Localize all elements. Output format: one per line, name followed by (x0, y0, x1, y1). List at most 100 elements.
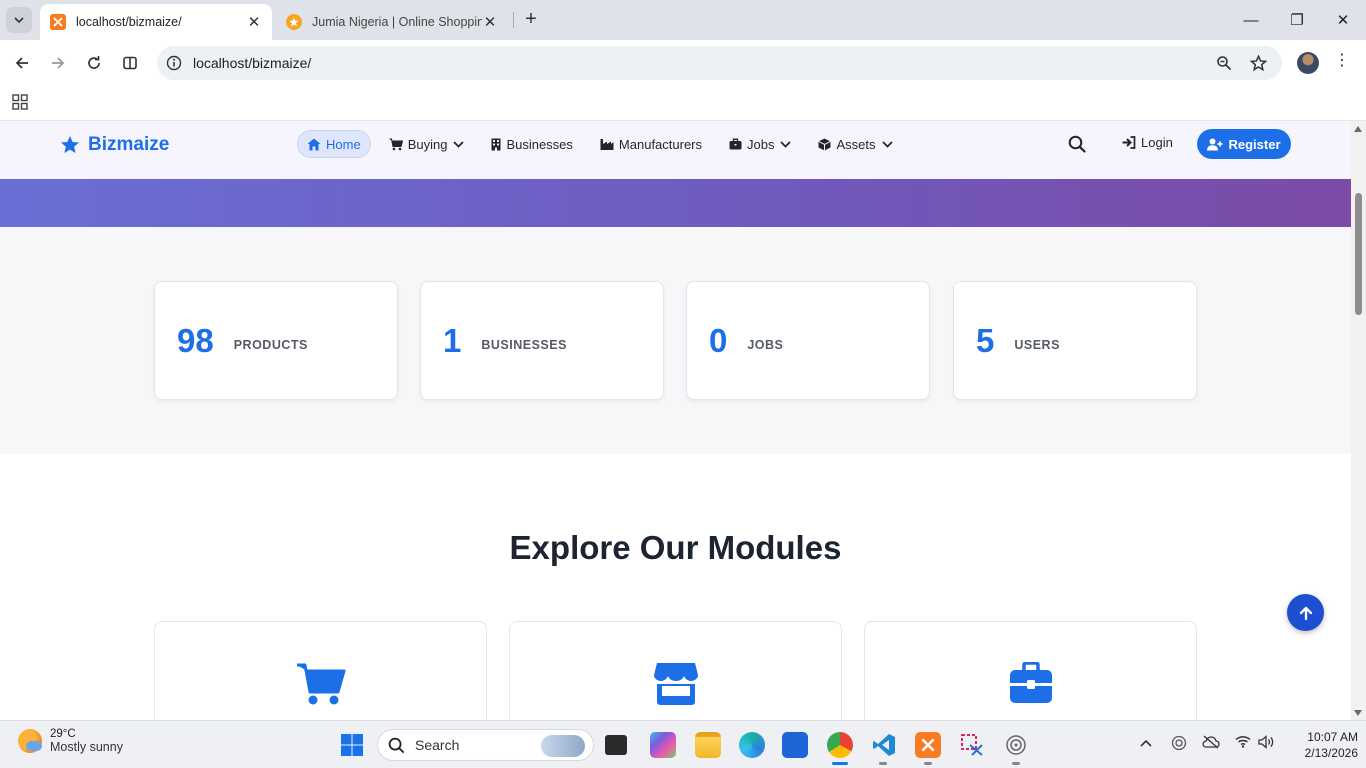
xampp-icon[interactable] (915, 732, 941, 758)
restore-button[interactable]: ❐ (1274, 0, 1320, 40)
tab-separator (513, 12, 514, 28)
clock-date: 2/13/2026 (1304, 746, 1358, 760)
bookmarks-bar (0, 86, 1366, 121)
nav-assets[interactable]: Assets (809, 130, 901, 158)
snipping-tool-icon[interactable] (959, 732, 985, 758)
briefcase-icon (729, 138, 742, 150)
module-card-jobs[interactable] (864, 621, 1197, 720)
brand-logo[interactable]: Bizmaize (60, 134, 169, 156)
star-icon (61, 136, 79, 153)
file-explorer-icon[interactable] (695, 732, 721, 758)
stat-label: USERS (1014, 337, 1060, 352)
xampp-favicon-icon (50, 14, 66, 30)
nav-buying-label: Buying (407, 136, 448, 152)
tab-title: Jumia Nigeria | Online Shopping (312, 15, 482, 29)
url-text[interactable]: localhost/bizmaize/ (193, 55, 311, 71)
chevron-down-icon (14, 17, 24, 24)
zoom-icon[interactable] (1215, 54, 1233, 72)
copilot-tray-icon[interactable] (1171, 735, 1187, 754)
tab-jumia[interactable]: Jumia Nigeria | Online Shopping ✕ (276, 4, 508, 40)
weather-widget[interactable]: 29°C Mostly sunny (18, 728, 123, 754)
home-icon (307, 138, 321, 151)
user-plus-icon (1207, 138, 1223, 150)
stat-value: 98 (177, 321, 214, 359)
hero-banner (0, 179, 1351, 227)
module-card-buying[interactable] (154, 621, 487, 720)
register-button[interactable]: Register (1197, 129, 1291, 159)
windows-logo-icon (341, 734, 363, 756)
arrow-up-icon (1299, 606, 1312, 620)
tray-overflow-icon[interactable] (1140, 735, 1152, 750)
sign-in-icon (1122, 136, 1136, 149)
site-info-icon[interactable] (165, 54, 183, 72)
stat-value: 5 (976, 321, 995, 359)
minimize-button[interactable]: — (1228, 0, 1274, 40)
cloud-offline-icon[interactable] (1202, 735, 1220, 752)
weather-sun-icon (18, 729, 42, 753)
nav-home[interactable]: Home (297, 130, 371, 158)
m365-copilot-icon[interactable] (650, 732, 676, 758)
scrollbar-thumb[interactable] (1355, 193, 1362, 315)
chevron-down-icon (881, 140, 893, 148)
close-tab-icon[interactable]: ✕ (482, 13, 498, 31)
xampp-indicator (924, 762, 932, 765)
edge-browser-icon[interactable] (739, 732, 765, 758)
apps-grid-icon[interactable] (12, 94, 28, 110)
nav-businesses-label: Businesses (506, 136, 573, 152)
chrome-browser-icon[interactable] (827, 732, 853, 758)
browser-toolbar: localhost/bizmaize/ ⋮ (0, 40, 1366, 86)
main-menu: Home Buying Businesses Manufacturers Job… (297, 130, 911, 158)
nav-manufacturers-label: Manufacturers (618, 136, 703, 152)
address-bar[interactable]: localhost/bizmaize/ (157, 46, 1282, 80)
profile-avatar[interactable] (1297, 52, 1319, 74)
vscode-icon[interactable] (871, 732, 897, 758)
nav-buying[interactable]: Buying (380, 130, 474, 158)
chevron-down-icon (453, 140, 465, 148)
page-scrollbar[interactable] (1351, 121, 1366, 720)
site-search-button[interactable] (1068, 135, 1086, 158)
weather-temp: 29°C (50, 728, 76, 740)
nav-assets-label: Assets (836, 136, 876, 152)
tab-search-button[interactable] (6, 7, 32, 33)
stats-section: 98 PRODUCTS 1 BUSINESSES 0 JOBS 5 USERS (0, 227, 1351, 454)
reload-button[interactable] (81, 50, 107, 76)
back-button[interactable] (9, 50, 35, 76)
start-button[interactable] (339, 732, 365, 758)
page-viewport: Bizmaize Home Buying Businesses Manufact… (0, 121, 1351, 720)
nav-manufacturers[interactable]: Manufacturers (591, 130, 711, 158)
nav-jobs[interactable]: Jobs (720, 130, 800, 158)
bookmark-star-icon[interactable] (1249, 54, 1267, 72)
login-link[interactable]: Login (1122, 135, 1173, 150)
scroll-down-arrow-icon[interactable] (1354, 710, 1362, 716)
hotspot-icon[interactable] (1003, 732, 1029, 758)
volume-icon[interactable] (1258, 735, 1276, 752)
stat-card-jobs: 0 JOBS (686, 281, 930, 400)
hotspot-indicator (1012, 762, 1020, 765)
system-clock[interactable]: 10:07 AM 2/13/2026 (1284, 729, 1358, 761)
vscode-indicator (879, 762, 887, 765)
close-tab-icon[interactable]: ✕ (246, 13, 262, 31)
nav-businesses[interactable]: Businesses (482, 130, 581, 158)
split-view-button[interactable] (117, 50, 143, 76)
register-label: Register (1228, 136, 1281, 152)
stat-card-users: 5 USERS (953, 281, 1197, 400)
arrow-left-icon (15, 57, 28, 69)
tab-bizmaize[interactable]: localhost/bizmaize/ ✕ (40, 4, 272, 40)
wifi-icon[interactable] (1235, 735, 1251, 751)
close-window-button[interactable]: ✕ (1320, 0, 1366, 40)
tab-title: localhost/bizmaize/ (76, 15, 182, 29)
stat-card-products: 98 PRODUCTS (154, 281, 398, 400)
task-view-icon[interactable] (605, 735, 627, 755)
scroll-up-arrow-icon[interactable] (1354, 126, 1362, 132)
forward-button[interactable] (45, 50, 71, 76)
chrome-active-indicator (832, 762, 848, 765)
microsoft-store-icon[interactable] (782, 732, 808, 758)
back-to-top-button[interactable] (1287, 594, 1324, 631)
search-highlight-image (541, 735, 585, 757)
new-tab-button[interactable]: + (520, 9, 542, 31)
taskbar-search[interactable]: Search (377, 729, 594, 761)
browser-menu-icon[interactable]: ⋮ (1334, 50, 1350, 70)
module-card-businesses[interactable] (509, 621, 842, 720)
industry-icon (600, 138, 614, 150)
search-icon (1068, 135, 1086, 153)
